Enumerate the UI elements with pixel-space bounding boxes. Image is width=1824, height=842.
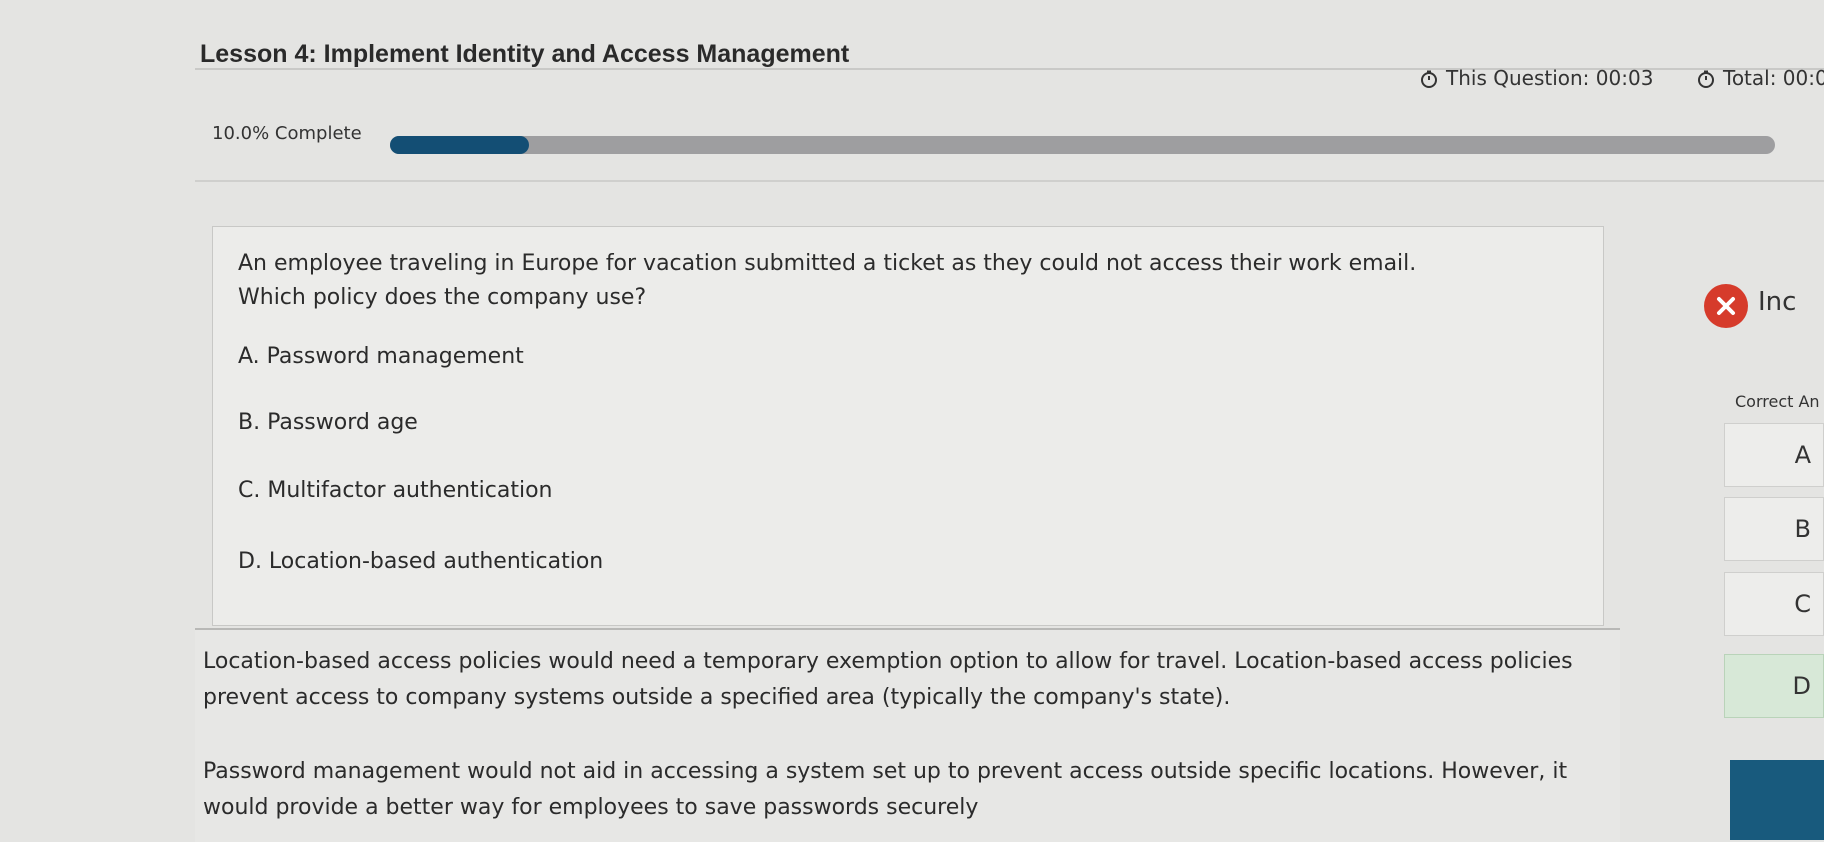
explanation-paragraph-2: Password management would not aid in acc… — [203, 759, 1568, 820]
choice-b[interactable]: B. Password age — [238, 410, 418, 435]
total-timer-text: Total: 00:0 — [1723, 66, 1824, 90]
progress-bar — [390, 136, 1775, 154]
close-icon — [1704, 284, 1748, 328]
explanation-paragraph-1: Location-based access policies would nee… — [203, 649, 1573, 710]
result-status: Inc — [1758, 287, 1797, 317]
choice-d[interactable]: D. Location-based authentication — [238, 549, 603, 574]
question-timer: This Question: 00:03 — [1420, 66, 1653, 90]
clock-icon — [1420, 69, 1438, 88]
answer-option-c[interactable]: C — [1724, 572, 1824, 636]
progress-divider — [195, 180, 1824, 182]
clock-icon — [1697, 69, 1715, 88]
answer-option-a[interactable]: A — [1724, 423, 1824, 487]
explanation-panel: Location-based access policies would nee… — [195, 628, 1620, 842]
progress-label: 10.0% Complete — [212, 123, 362, 144]
question-timer-text: This Question: 00:03 — [1446, 66, 1654, 90]
correct-answer-label: Correct An — [1735, 392, 1820, 411]
question-stem-line1: An employee traveling in Europe for vaca… — [238, 251, 1417, 276]
lesson-title: Lesson 4: Implement Identity and Access … — [200, 40, 850, 68]
choice-a[interactable]: A. Password management — [238, 344, 524, 369]
next-button[interactable] — [1730, 760, 1824, 840]
question-stem-line2: Which policy does the company use? — [238, 285, 647, 310]
question-stem: An employee traveling in Europe for vaca… — [238, 247, 1578, 315]
answer-option-b[interactable]: B — [1724, 497, 1824, 561]
choice-c[interactable]: C. Multifactor authentication — [238, 478, 553, 503]
question-card: An employee traveling in Europe for vaca… — [212, 226, 1604, 626]
answer-option-d[interactable]: D — [1724, 654, 1824, 718]
total-timer: Total: 00:0 — [1697, 66, 1824, 90]
progress-fill — [390, 136, 529, 154]
